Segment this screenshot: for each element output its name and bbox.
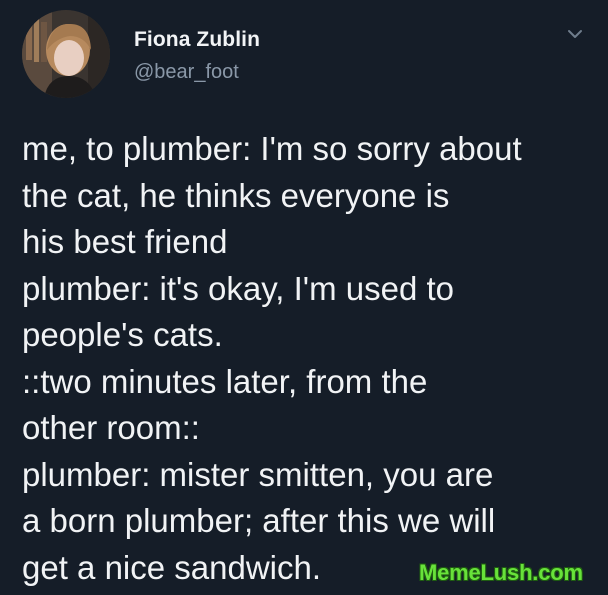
tweet-body-line: other room:: [22,409,200,446]
tweet-body-line: people's cats. [22,316,223,353]
tweet-body-line: a born plumber; after this we will [22,502,496,539]
tweet-body-line: plumber: it's okay, I'm used to [22,269,454,307]
tweet-body-line: plumber: mister smitten, you are [22,455,494,493]
display-name[interactable]: Fiona Zublin [134,28,260,52]
avatar[interactable] [22,10,110,98]
chevron-down-icon[interactable] [565,27,585,41]
profile-photo-icon [22,10,110,98]
watermark: MemeLush.com [419,560,583,585]
tweet-card: Fiona Zublin @bear_foot me, to plumber: … [0,0,608,595]
tweet-body: me, to plumber: I'm so sorry about the c… [22,126,597,591]
user-handle[interactable]: @bear_foot [134,61,239,84]
tweet-body-line: the cat, he thinks everyone is [22,176,450,214]
tweet-body-line: me, to plumber: I'm so sorry about [22,130,522,167]
tweet-body-line: his best friend [22,223,228,260]
tweet-body-line: ::two minutes later, from the [22,362,428,400]
